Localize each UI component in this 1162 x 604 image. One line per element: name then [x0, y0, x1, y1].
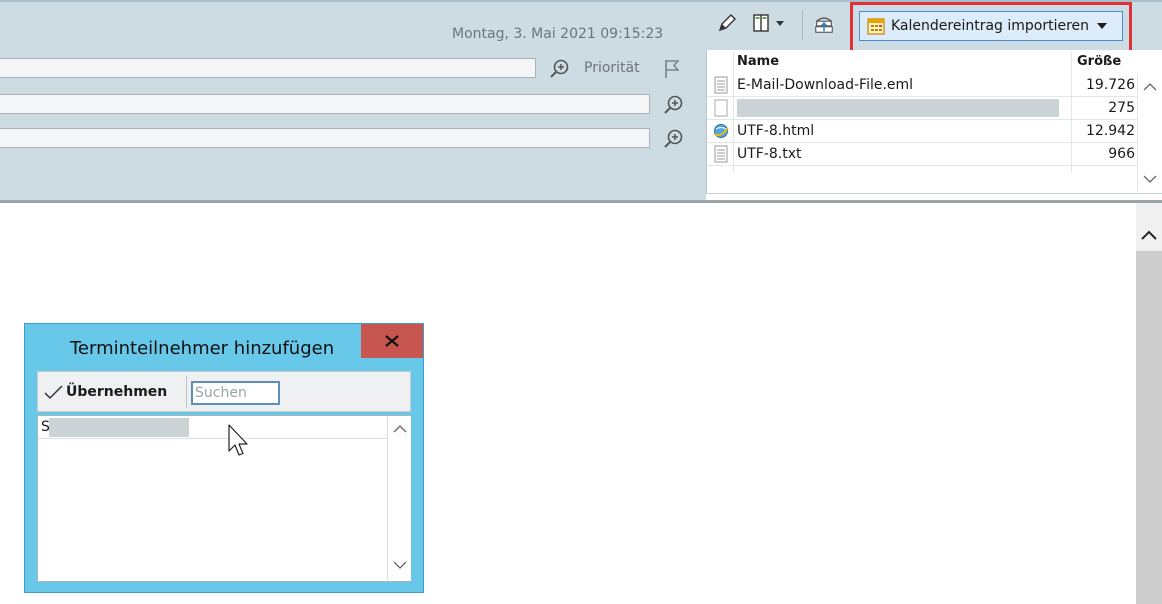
attachment-name: E-Mail-Download-File.eml — [737, 77, 914, 93]
scrollbar-thumb[interactable] — [1136, 251, 1162, 604]
attachment-row[interactable]: 275 — [707, 97, 1137, 120]
apply-button[interactable]: Übernehmen — [42, 378, 167, 406]
html-file-icon — [713, 124, 729, 138]
message-body-scrollbar[interactable] — [1136, 203, 1162, 604]
column-header-name[interactable]: Name — [737, 54, 779, 69]
header-top-border — [0, 0, 706, 2]
attachment-size: 19.726 — [1086, 77, 1135, 93]
chevron-up-icon[interactable] — [1143, 82, 1157, 92]
calendar-icon — [867, 18, 885, 35]
attachment-row[interactable]: UTF-8.txt 966 — [707, 143, 1137, 166]
attachment-size: 275 — [1108, 100, 1135, 116]
mouse-cursor-icon — [228, 424, 248, 456]
chevron-down-icon[interactable] — [393, 560, 407, 570]
attachment-size: 966 — [1108, 146, 1135, 162]
pencil-icon[interactable] — [716, 12, 738, 34]
pane-divider[interactable] — [0, 200, 1162, 203]
cc-field[interactable] — [0, 128, 650, 148]
redacted-attendee — [49, 418, 189, 437]
text-file-icon — [714, 76, 728, 94]
dialog-title: Terminteilnehmer hinzufügen — [70, 338, 335, 359]
chevron-down-icon — [1097, 23, 1108, 29]
search-input[interactable] — [191, 381, 280, 405]
blank-file-icon — [714, 99, 728, 117]
message-datetime: Montag, 3. Mai 2021 09:15:23 — [452, 26, 664, 42]
attachment-row[interactable]: UTF-8.html 12.942 — [707, 120, 1137, 143]
toolbar-separator — [186, 376, 187, 408]
redacted-filename — [737, 99, 1059, 117]
message-header: Montag, 3. Mai 2021 09:15:23 Priorität — [0, 0, 706, 200]
attachment-list: Name Größe E-Mail-Download-File.eml 19.7… — [706, 50, 1162, 194]
attachment-scrollbar[interactable] — [1137, 74, 1162, 192]
columns-icon[interactable] — [752, 13, 792, 35]
attendee-list-scrollbar[interactable] — [387, 416, 411, 581]
attachment-row[interactable]: E-Mail-Download-File.eml 19.726 — [707, 74, 1137, 97]
zoom-in-icon[interactable] — [548, 58, 570, 80]
attachment-toolbar: Kalendereintrag importieren — [706, 0, 1162, 53]
attachment-size: 12.942 — [1086, 123, 1135, 139]
save-attachment-icon[interactable] — [812, 13, 836, 35]
flag-icon[interactable] — [663, 59, 681, 79]
checkmark-icon — [44, 385, 63, 400]
import-calendar-entry-button[interactable]: Kalendereintrag importieren — [859, 11, 1123, 41]
zoom-in-icon[interactable] — [662, 128, 684, 150]
priority-label: Priorität — [584, 60, 640, 76]
add-attendees-dialog: Terminteilnehmer hinzufügen Übernehmen S — [24, 323, 424, 593]
dialog-toolbar: Übernehmen — [37, 371, 411, 412]
chevron-up-icon[interactable] — [393, 424, 407, 434]
list-item[interactable]: S — [38, 416, 387, 439]
attachment-name: UTF-8.txt — [737, 146, 802, 162]
import-button-label: Kalendereintrag importieren — [891, 18, 1090, 34]
apply-button-label: Übernehmen — [66, 384, 168, 400]
attachment-name: UTF-8.html — [737, 123, 815, 139]
close-icon — [385, 335, 399, 347]
chevron-down-icon[interactable] — [1143, 174, 1157, 184]
text-file-icon — [714, 145, 728, 163]
column-header-size[interactable]: Größe — [1077, 54, 1121, 69]
attachment-bottom-border — [706, 193, 1162, 194]
zoom-in-icon[interactable] — [662, 94, 684, 116]
to-field[interactable] — [0, 94, 650, 114]
from-field[interactable] — [0, 58, 536, 78]
toolbar-separator — [802, 10, 803, 40]
attendee-list: S — [37, 415, 411, 582]
chevron-up-icon[interactable] — [1141, 229, 1157, 241]
dialog-close-button[interactable] — [361, 324, 423, 358]
